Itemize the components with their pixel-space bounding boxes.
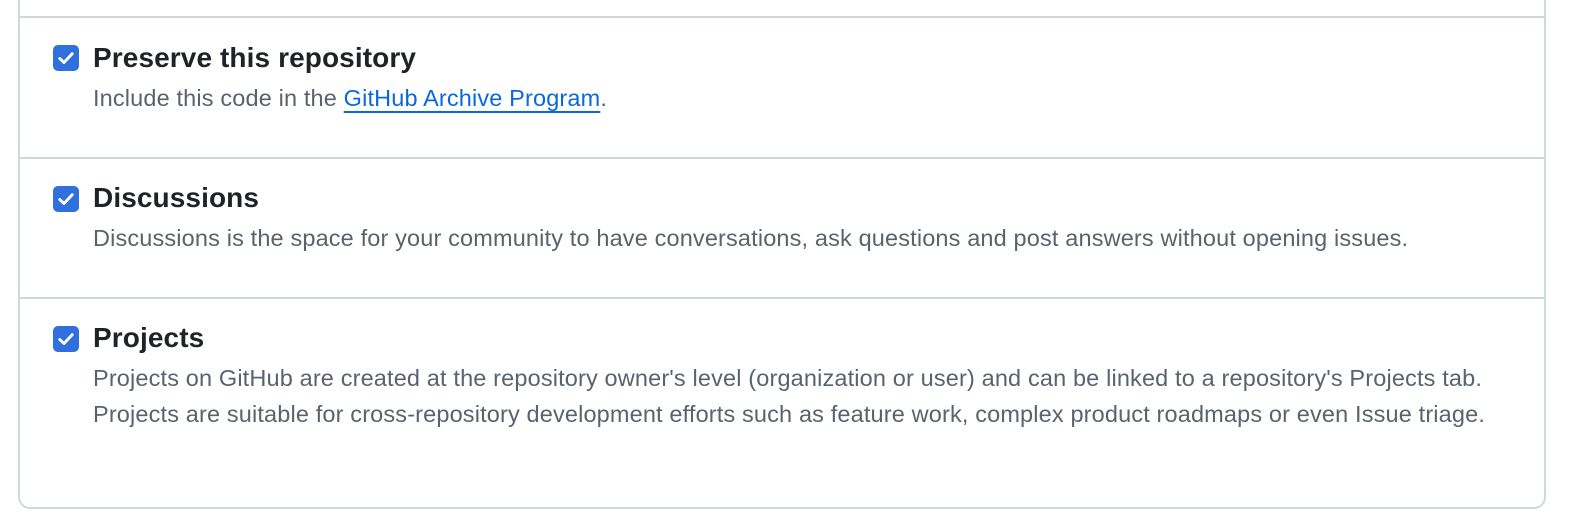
setting-preserve-repository: Preserve this repository Include this co…	[20, 18, 1544, 158]
projects-description: Projects on GitHub are created at the re…	[93, 365, 1486, 427]
check-icon	[58, 193, 74, 205]
discussions-description: Discussions is the space for your commun…	[93, 225, 1409, 251]
setting-projects: Projects Projects on GitHub are created …	[20, 299, 1544, 509]
preserve-description-suffix: .	[600, 85, 608, 111]
discussions-title: Discussions	[93, 182, 260, 213]
preserve-repository-description: Include this code in the GitHub Archive …	[93, 80, 1523, 116]
preserve-repository-checkbox[interactable]	[53, 45, 79, 71]
check-icon	[58, 333, 74, 345]
projects-title: Projects	[93, 322, 205, 353]
preserve-repository-title: Preserve this repository	[93, 42, 416, 73]
check-icon	[58, 52, 74, 64]
projects-checkbox[interactable]	[53, 326, 79, 352]
features-panel: Preserve this repository Include this co…	[18, 0, 1546, 509]
preserve-description-prefix: Include this code in the	[93, 85, 344, 111]
setting-discussions: Discussions Discussions is the space for…	[20, 159, 1544, 298]
github-archive-program-link[interactable]: GitHub Archive Program	[344, 85, 601, 111]
discussions-checkbox[interactable]	[53, 186, 79, 212]
